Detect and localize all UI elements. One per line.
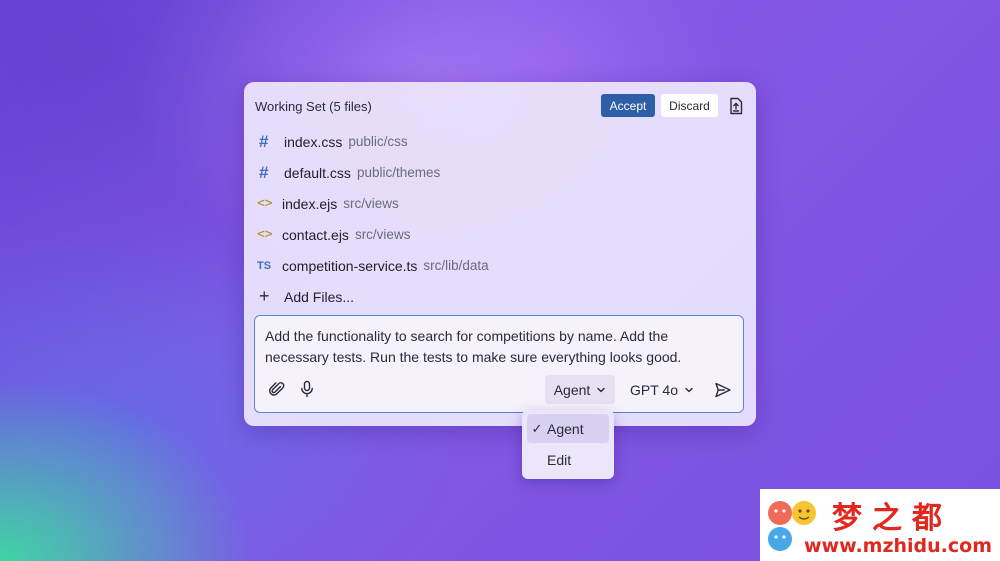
file-row[interactable]: # index.css public/css [257,126,737,157]
code-icon: <> [257,196,273,211]
dropdown-item-edit[interactable]: Edit [527,445,609,474]
prompt-input[interactable]: Add the functionality to search for comp… [265,326,735,368]
file-name: index.css [284,133,343,150]
add-files-label: Add Files... [284,288,355,305]
chevron-down-icon [597,387,605,392]
paperclip-icon[interactable] [268,380,286,398]
file-row[interactable]: # default.css public/themes [257,157,737,188]
working-set-panel: Working Set (5 files) Accept Discard # i… [244,82,756,426]
ts-icon: TS [257,259,272,272]
watermark: 梦之都 www.mzhidu.com [760,489,1000,561]
file-name: competition-service.ts [282,257,418,274]
code-icon: <> [257,227,273,242]
mode-select-value: Agent [553,381,591,398]
model-select[interactable]: GPT 4o [625,375,699,404]
mode-dropdown-menu: ✓ Agent Edit [522,410,614,479]
add-files-button[interactable]: + Add Files... [257,281,737,312]
working-set-header: Working Set (5 files) Accept Discard [255,94,744,118]
file-list: # index.css public/css # default.css pub… [257,126,737,312]
watermark-url: www.mzhidu.com [804,535,993,557]
file-name: index.ejs [282,195,338,212]
discard-button[interactable]: Discard [661,94,718,117]
file-path: public/css [348,134,408,149]
plus-icon: + [259,286,270,306]
model-select-value: GPT 4o [630,381,678,398]
file-path: src/views [354,227,411,242]
file-path: src/views [343,196,399,211]
microphone-icon[interactable] [298,380,316,398]
file-name: default.css [284,164,351,181]
send-icon[interactable] [714,381,732,399]
working-set-title: Working Set (5 files) [255,99,372,114]
file-path: public/themes [356,165,441,180]
file-row[interactable]: <> index.ejs src/views [257,188,737,219]
dropdown-item-label: Agent [547,420,584,437]
hash-icon: # [259,162,269,182]
chat-input-box[interactable]: Add the functionality to search for comp… [254,315,744,413]
file-row[interactable]: <> contact.ejs src/views [257,219,737,250]
file-row[interactable]: TS competition-service.ts src/lib/data [257,250,737,281]
dropdown-item-label: Edit [547,451,572,468]
file-name: contact.ejs [282,226,349,243]
save-to-file-icon[interactable] [727,97,745,115]
chevron-down-icon [685,387,693,392]
mode-select[interactable]: Agent [545,375,615,404]
checkmark-icon: ✓ [531,420,543,436]
hash-icon: # [259,131,269,151]
watermark-chinese-text: 梦之都 [832,501,952,536]
accept-button[interactable]: Accept [601,94,655,117]
file-path: src/lib/data [423,258,489,273]
dropdown-item-agent[interactable]: ✓ Agent [527,414,609,443]
